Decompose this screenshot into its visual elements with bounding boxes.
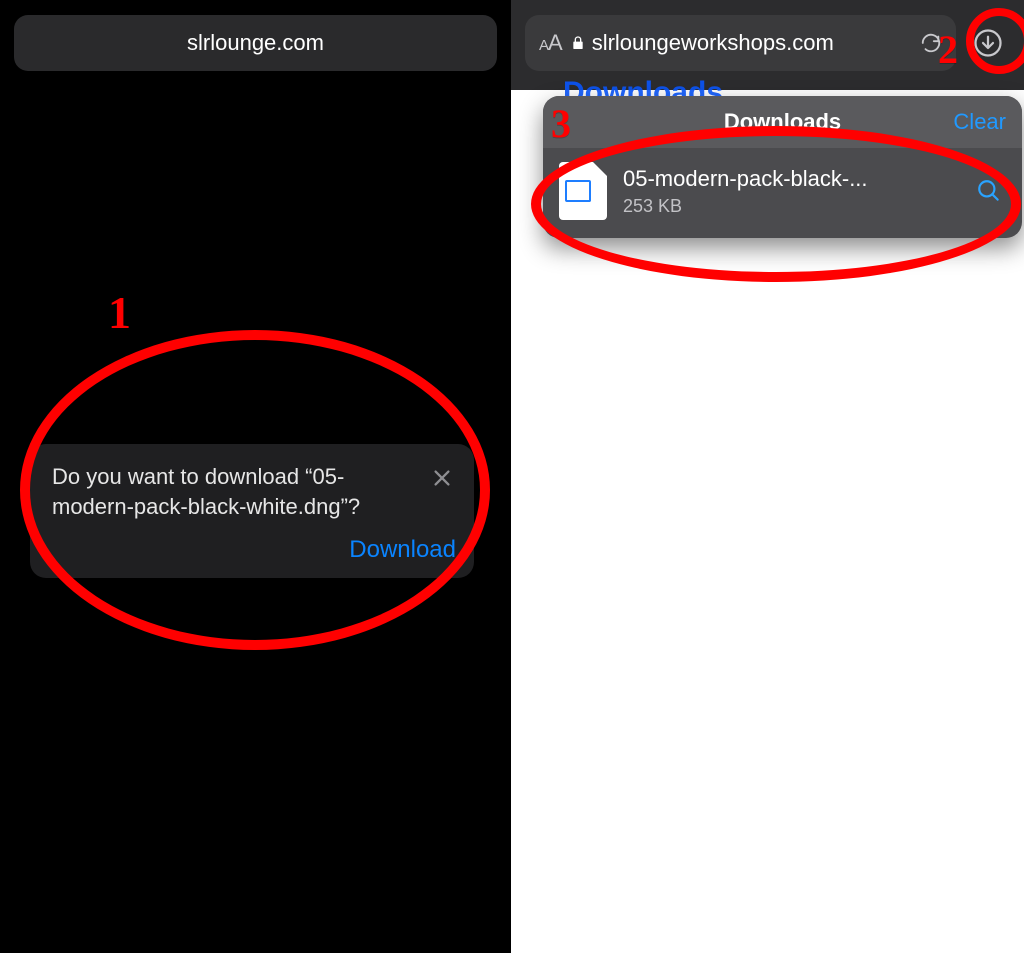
address-bar[interactable]: AA slrloungeworkshops.com (525, 15, 956, 71)
download-item-name: 05-modern-pack-black-... (623, 166, 960, 192)
right-screenshot: AA slrloungeworkshops.com Downloads Down… (511, 0, 1024, 953)
downloads-icon[interactable] (966, 21, 1010, 65)
annotation-number-1: 1 (108, 286, 131, 339)
download-button[interactable]: Download (349, 536, 456, 563)
clear-button[interactable]: Clear (953, 109, 1006, 135)
address-bar[interactable]: slrlounge.com (14, 15, 497, 71)
downloads-title: Downloads (559, 109, 1006, 135)
download-prompt-message: Do you want to download “05-modern-pack-… (52, 462, 418, 522)
downloads-popover: Downloads Clear 05-modern-pack-black-...… (543, 96, 1022, 238)
close-icon[interactable] (428, 464, 456, 492)
annotation-number-3: 3 (551, 100, 571, 147)
url-text: slrlounge.com (187, 30, 324, 56)
lock-icon (570, 34, 586, 52)
reader-aa-icon[interactable]: AA (539, 30, 562, 56)
download-item-size: 253 KB (623, 196, 960, 217)
annotation-number-2: 2 (938, 26, 958, 73)
download-item[interactable]: 05-modern-pack-black-... 253 KB (543, 148, 1022, 238)
downloads-popover-header: Downloads Clear (543, 96, 1022, 148)
url-text: slrloungeworkshops.com (592, 30, 912, 56)
left-screenshot: slrlounge.com Do you want to download “0… (0, 0, 511, 953)
reveal-search-icon[interactable] (972, 174, 1006, 208)
download-prompt: Do you want to download “05-modern-pack-… (30, 444, 474, 578)
file-icon (559, 162, 607, 220)
